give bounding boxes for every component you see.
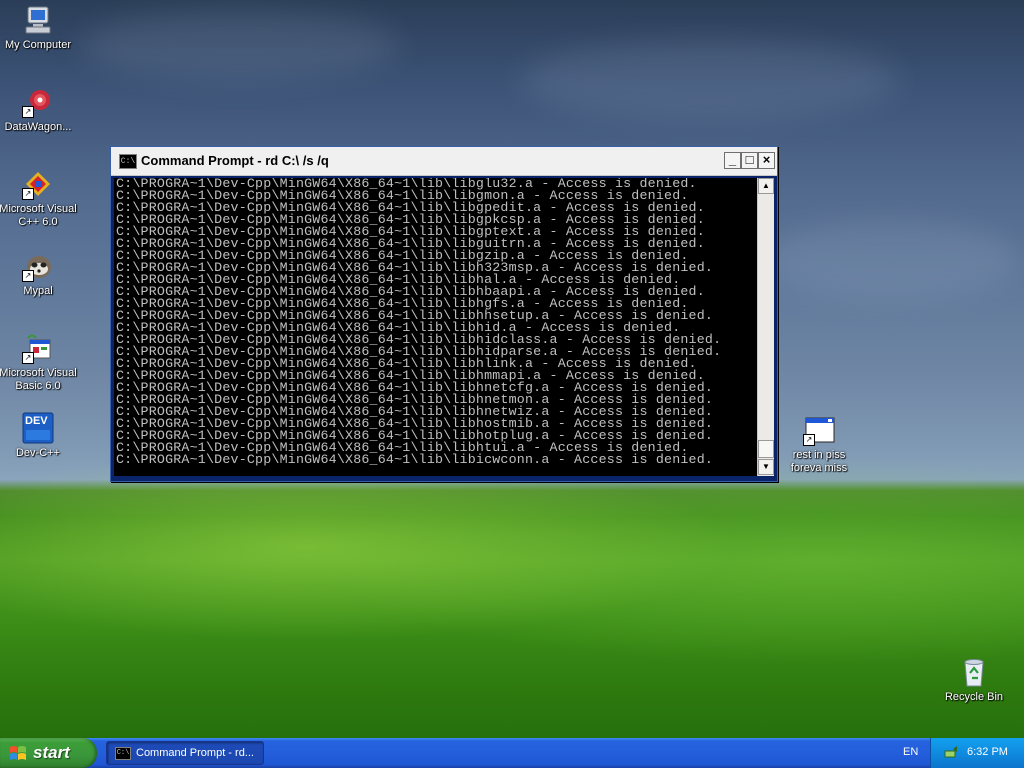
console-line: C:\PROGRA~1\Dev-Cpp\MinGW64\X86_64~1\lib… — [116, 452, 714, 467]
console-icon: C:\ — [115, 747, 131, 760]
mypal-icon: ↗ — [22, 250, 54, 282]
my-computer-icon — [22, 4, 54, 36]
desktop-icon-label: Mypal — [23, 285, 53, 297]
console-icon[interactable]: C:\ — [119, 154, 137, 169]
windows-flag-icon — [9, 745, 27, 761]
desktop-icon-my-computer[interactable]: My Computer — [0, 4, 80, 52]
desktop-icon-recycle-bin[interactable]: Recycle Bin — [932, 656, 1016, 704]
shortcut-arrow-icon: ↗ — [803, 434, 815, 446]
sky-cloud — [760, 220, 1020, 300]
vertical-scrollbar[interactable]: ▲ ▼ — [757, 178, 774, 476]
sky-cloud — [80, 10, 400, 80]
taskbar-item-command-prompt[interactable]: C:\ Command Prompt - rd... — [106, 741, 264, 765]
system-tray: 6:32 PM — [930, 738, 1024, 768]
desktop-icon-rest-in-piss[interactable]: ↗ rest in piss foreva miss — [777, 414, 861, 475]
desktop-icon-label: rest in piss foreva miss — [790, 449, 848, 474]
desktop-icon-label: Dev-C++ — [15, 447, 61, 459]
desktop-icon-mypal[interactable]: ↗ Mypal — [0, 250, 80, 298]
clock[interactable]: 6:32 PM — [967, 746, 1008, 758]
maximize-button[interactable]: □ — [741, 152, 758, 169]
desktop-icon-label: Microsoft Visual C++ 6.0 — [0, 203, 77, 228]
command-prompt-window[interactable]: C:\ Command Prompt - rd C:\ /s /q _ □ × … — [110, 146, 778, 482]
taskbar-item-label: Command Prompt - rd... — [136, 747, 254, 759]
window-titlebar[interactable]: C:\ Command Prompt - rd C:\ /s /q _ □ × — [111, 147, 777, 176]
dev-cpp-icon: DEV — [22, 412, 54, 444]
datawagon-icon: ↗ — [22, 86, 54, 118]
shortcut-arrow-icon: ↗ — [22, 352, 34, 364]
recycle-bin-icon — [958, 656, 990, 688]
scroll-down-arrow-icon[interactable]: ▼ — [758, 459, 774, 475]
desktop[interactable]: My Computer ↗ DataWagon... ↗ Microsoft V… — [0, 0, 1024, 738]
desktop-icon-label: DataWagon... — [4, 121, 72, 133]
shortcut-arrow-icon: ↗ — [22, 106, 34, 118]
language-indicator[interactable]: EN — [903, 746, 918, 758]
desktop-icon-label: Microsoft Visual Basic 6.0 — [0, 367, 77, 392]
shortcut-arrow-icon: ↗ — [22, 270, 34, 282]
sky-cloud — [520, 40, 900, 120]
desktop-icon-label: My Computer — [4, 39, 72, 51]
dev-badge-text: DEV — [25, 415, 48, 427]
console-output[interactable]: C:\PROGRA~1\Dev-Cpp\MinGW64\X86_64~1\lib… — [114, 178, 757, 476]
start-button[interactable]: start — [0, 738, 97, 768]
desktop-icon-datawagon[interactable]: ↗ DataWagon... — [0, 86, 80, 134]
minimize-button[interactable]: _ — [724, 152, 741, 169]
taskbar[interactable]: start C:\ Command Prompt - rd... EN 6:32… — [0, 738, 1024, 768]
desktop-icon-dev-cpp[interactable]: DEV Dev-C++ — [0, 412, 80, 460]
scrollbar-thumb[interactable] — [758, 440, 774, 458]
safely-remove-hardware-icon[interactable] — [943, 745, 959, 761]
scroll-up-arrow-icon[interactable]: ▲ — [758, 178, 774, 194]
visual-basic-icon: ↗ — [22, 332, 54, 364]
desktop-icon-visual-cpp[interactable]: ↗ Microsoft Visual C++ 6.0 — [0, 168, 80, 229]
desktop-icon-visual-basic[interactable]: ↗ Microsoft Visual Basic 6.0 — [0, 332, 80, 393]
start-label: start — [33, 743, 70, 762]
program-window-icon: ↗ — [803, 414, 835, 446]
desktop-icon-label: Recycle Bin — [944, 691, 1004, 703]
visual-cpp-icon: ↗ — [22, 168, 54, 200]
shortcut-arrow-icon: ↗ — [22, 188, 34, 200]
window-title: Command Prompt - rd C:\ /s /q — [141, 153, 329, 168]
close-button[interactable]: × — [758, 152, 775, 169]
